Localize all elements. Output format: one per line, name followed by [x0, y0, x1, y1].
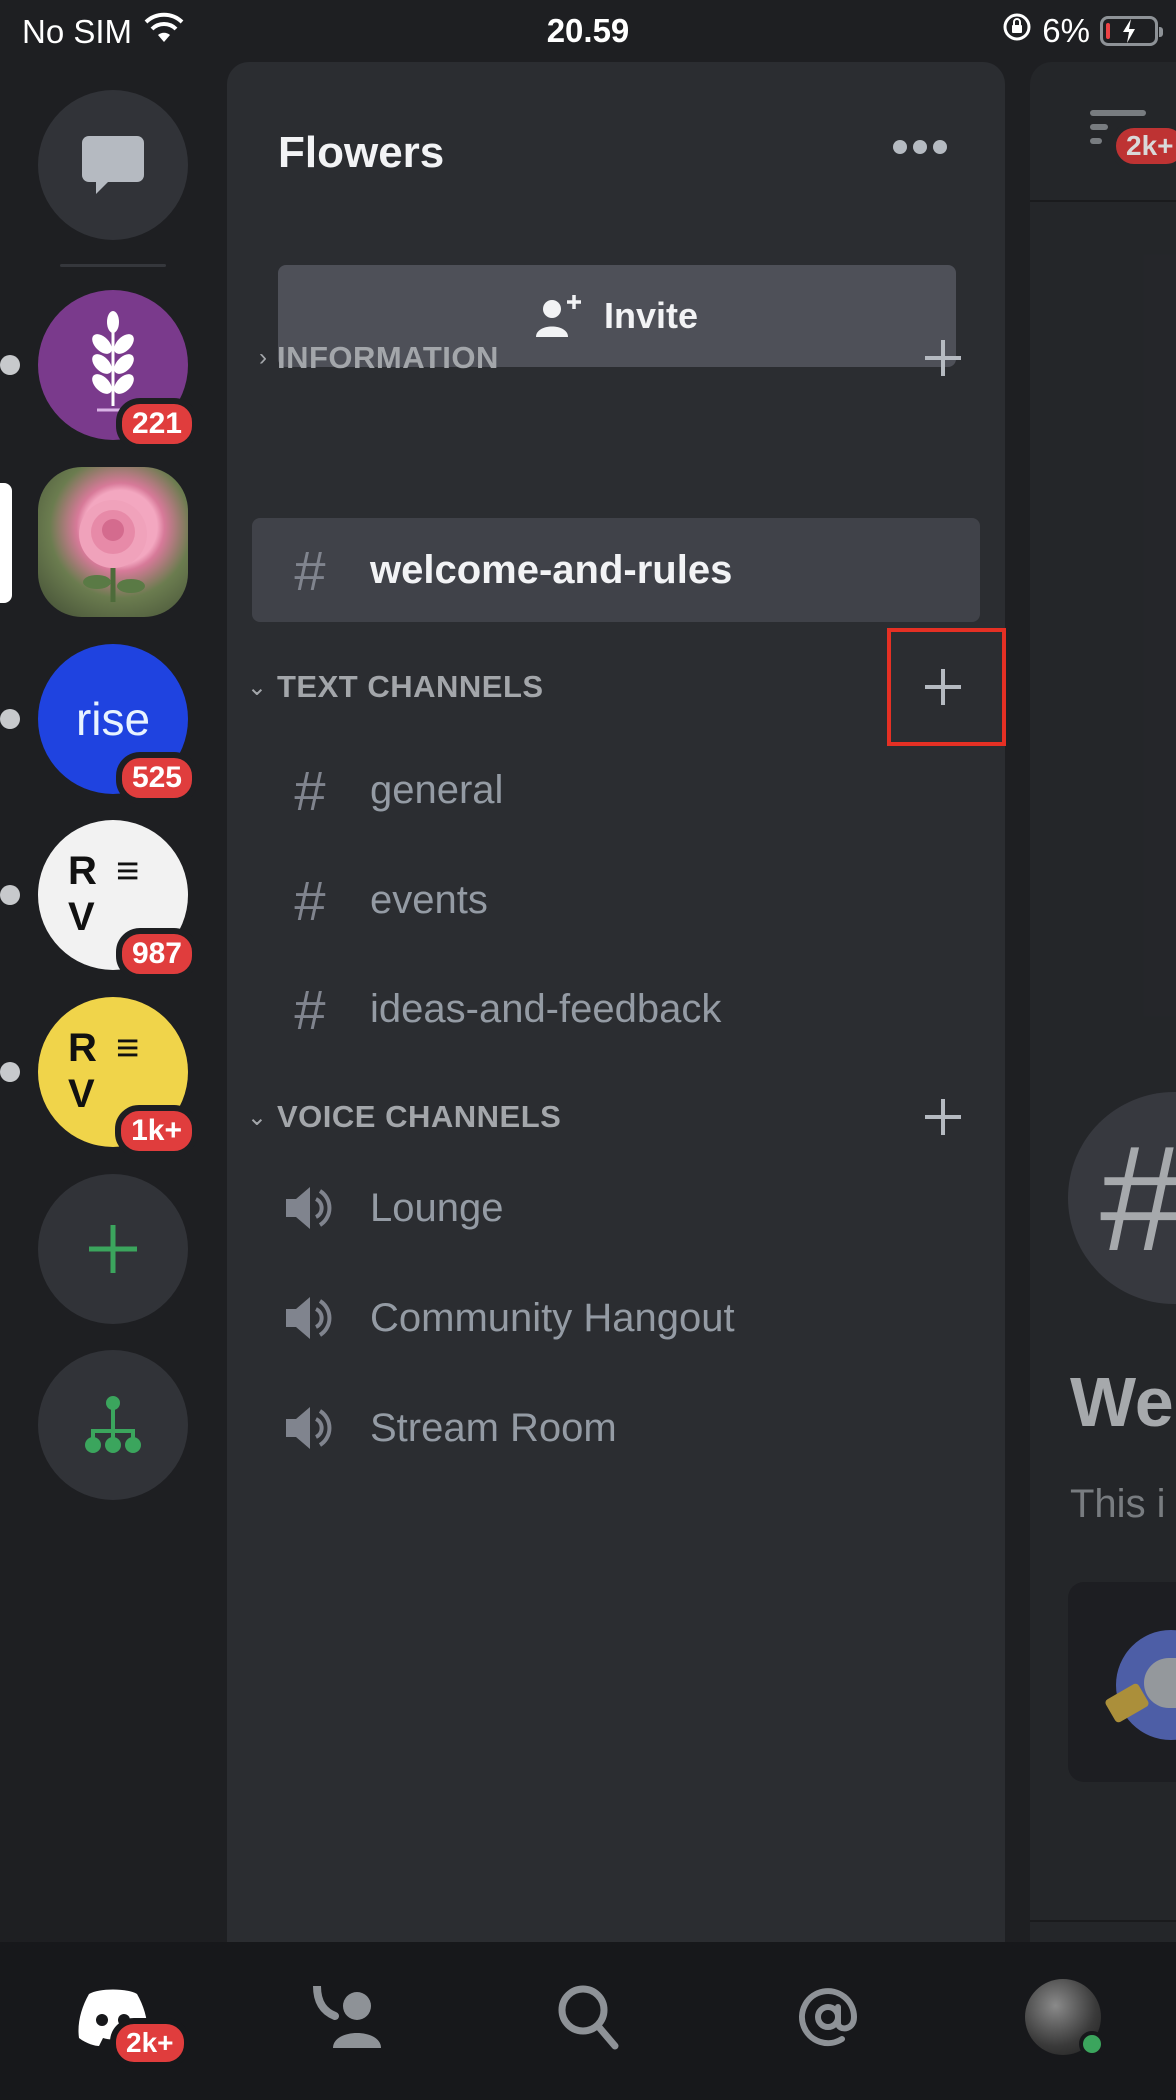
hub-icon: [85, 1396, 141, 1453]
search-icon: [558, 1985, 619, 2050]
channel-general[interactable]: # general: [252, 738, 980, 842]
server-icon-flowers[interactable]: [0, 467, 188, 617]
rose-image: [79, 500, 147, 602]
channel-panel: Flowers Invite › INFORMATION # welcome-a…: [227, 62, 1006, 1942]
friends-icon: [313, 1986, 381, 2048]
unread-indicator: [0, 1062, 20, 1082]
dot-icon: [933, 140, 947, 154]
category-information[interactable]: › INFORMATION: [227, 323, 1005, 393]
hash-icon: #: [294, 868, 326, 932]
tab-search[interactable]: [533, 1962, 643, 2072]
add-server-button[interactable]: [38, 1174, 188, 1324]
unread-indicator: [0, 709, 20, 729]
unread-indicator: [0, 355, 20, 375]
channel-welcome-and-rules[interactable]: # welcome-and-rules: [252, 518, 980, 622]
mention-badge: 525: [115, 752, 198, 804]
selected-indicator: [0, 483, 12, 603]
plus-icon: [89, 1225, 137, 1273]
server-icon-wheat[interactable]: 221: [0, 290, 198, 450]
category-voice-channels[interactable]: ⌄ VOICE CHANNELS: [227, 1082, 1005, 1152]
mention-badge: 221: [115, 398, 198, 450]
rail-divider: [60, 264, 166, 267]
plus-icon: [925, 340, 961, 376]
speaker-icon: [280, 1295, 340, 1341]
status-bar: No SIM 20.59 6%: [0, 0, 1176, 62]
dot-icon: [913, 140, 927, 154]
battery-percent: 6%: [1042, 12, 1090, 49]
chat-bubble-icon: [82, 136, 144, 194]
channel-events[interactable]: # events: [252, 848, 980, 952]
charging-bolt-icon: [1123, 19, 1135, 43]
server-initials: rise: [75, 693, 151, 745]
dot-icon: [893, 140, 907, 154]
orientation-lock-icon: [1002, 12, 1032, 50]
chat-panel-preview[interactable]: 2k+ # We This i: [1030, 62, 1176, 1942]
mention-badge: 1k+: [115, 1105, 198, 1157]
server-name[interactable]: Flowers: [278, 128, 444, 178]
create-voice-channel-button[interactable]: [914, 1088, 972, 1146]
server-icon-rev-yellow[interactable]: R ≡ V 1k+: [0, 997, 198, 1157]
mention-badge: 987: [115, 928, 198, 980]
tab-profile[interactable]: [1008, 1962, 1118, 2072]
chevron-down-icon: ⌄: [246, 673, 267, 701]
tab-mentions[interactable]: [773, 1962, 883, 2072]
voice-channel-stream-room[interactable]: Stream Room: [252, 1376, 980, 1480]
highlight-annotation: [887, 628, 1006, 746]
battery-icon: [1100, 16, 1163, 46]
server-rail: 221 rise 525 R ≡ V 987 R ≡ V 1k+: [0, 62, 226, 1942]
channel-ideas-and-feedback[interactable]: # ideas-and-feedback: [252, 957, 980, 1061]
hash-icon: #: [294, 758, 326, 822]
server-icon-rev-white[interactable]: R ≡ V 987: [0, 820, 198, 980]
avatar: [1025, 1979, 1105, 2057]
chevron-right-icon: ›: [259, 344, 267, 371]
discover-servers-button[interactable]: [38, 1350, 188, 1500]
voice-channel-lounge[interactable]: Lounge: [252, 1156, 980, 1260]
plus-icon: [925, 1099, 961, 1135]
chevron-down-icon: ⌄: [246, 1103, 267, 1131]
create-channel-button[interactable]: [914, 329, 972, 387]
bottom-tab-bar: 2k+: [0, 1942, 1176, 2100]
tab-friends[interactable]: [292, 1962, 402, 2072]
notification-badge: 2k+: [110, 2018, 190, 2068]
direct-messages-button[interactable]: [38, 90, 188, 240]
unread-indicator: [0, 885, 20, 905]
tab-home[interactable]: 2k+: [58, 1962, 190, 2072]
clock: 20.59: [546, 12, 630, 49]
at-sign-icon: [799, 1988, 858, 2047]
speaker-icon: [280, 1405, 340, 1451]
server-menu-button[interactable]: [893, 140, 947, 154]
hash-icon: #: [294, 538, 326, 602]
hash-icon: #: [294, 977, 326, 1041]
voice-channel-community-hangout[interactable]: Community Hangout: [252, 1266, 980, 1370]
speaker-icon: [280, 1185, 340, 1231]
online-status-icon: [1079, 2031, 1105, 2057]
server-icon-rise[interactable]: rise 525: [0, 644, 198, 804]
